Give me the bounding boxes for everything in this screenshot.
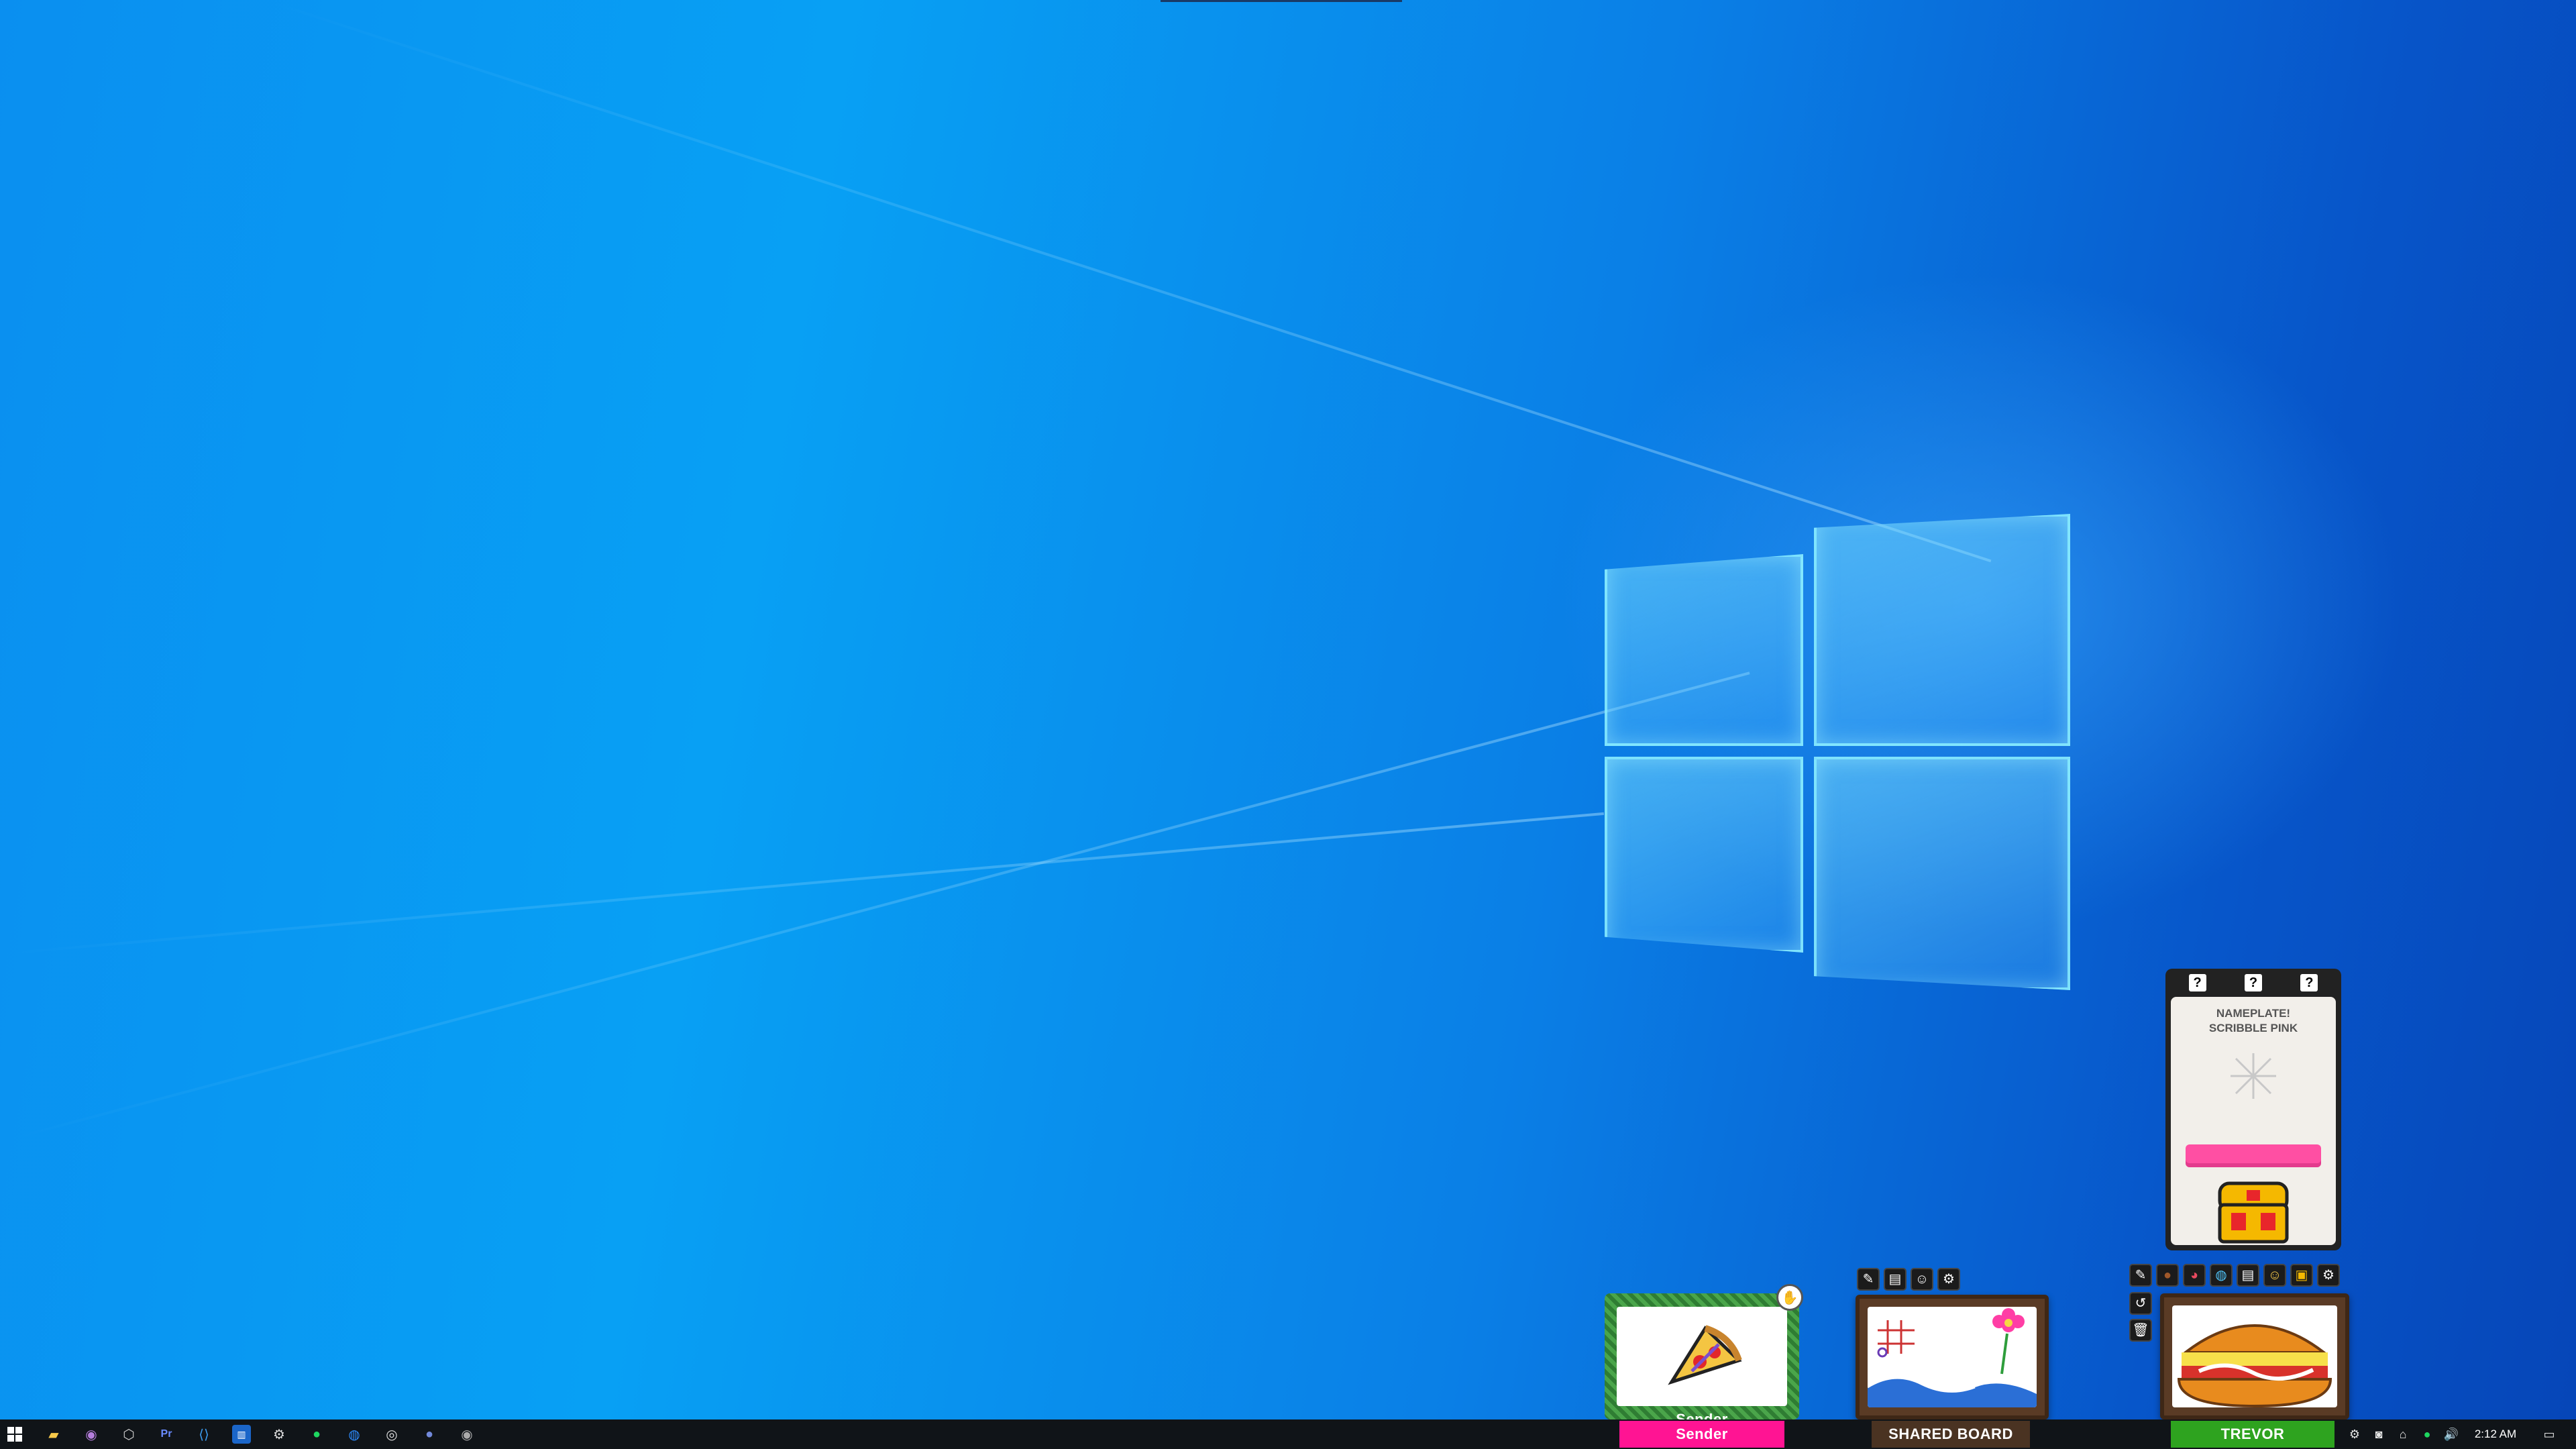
logo-pane-bottom-left bbox=[1605, 757, 1803, 953]
zoom-icon[interactable]: ◍ bbox=[345, 1425, 364, 1444]
steam-tray-icon[interactable]: ⚙ bbox=[2347, 1426, 2363, 1442]
logo-pane-bottom-right bbox=[1814, 757, 2070, 990]
unity-icon[interactable]: ⬡ bbox=[119, 1425, 138, 1444]
doodle-flower-icon bbox=[1868, 1308, 2037, 1407]
question-mark-icon: ? bbox=[2300, 974, 2318, 991]
taskbar: ▰ ◉ ⬡ Pr ⟨⟩ ▥ ⚙ ● ◍ ◎ ● ◉ Sender SHARED … bbox=[0, 1419, 2576, 1449]
trevor-toolbar: ✎ ● ◕ ◍ ▤ ☺ ▣ ⚙ bbox=[2129, 1264, 2357, 1288]
obs-icon[interactable]: ◉ bbox=[458, 1425, 476, 1444]
desktop-wallpaper: ? ? ? NAMEPLATE! SCRIBBLE PINK ✋ ✎ ▤ ☺ ⚙… bbox=[0, 0, 2576, 1419]
question-mark-icon: ? bbox=[2188, 974, 2206, 991]
trevor-name-label: TREVOR bbox=[2171, 1421, 2334, 1448]
logo-pane-top-left bbox=[1605, 554, 1803, 746]
undo-icon[interactable]: ↺ bbox=[2129, 1292, 2152, 1315]
shared-board-name-label: SHARED BOARD bbox=[1872, 1421, 2030, 1448]
chrome-icon[interactable]: ◎ bbox=[382, 1425, 401, 1444]
light-beam bbox=[0, 672, 1750, 1143]
heart-hand-icon[interactable]: ✋ bbox=[1776, 1284, 1803, 1311]
card-title: NAMEPLATE! SCRIBBLE PINK bbox=[2171, 1006, 2336, 1036]
card-header: ? ? ? bbox=[2169, 973, 2337, 993]
discord-icon[interactable]: ● bbox=[420, 1425, 439, 1444]
trevor-canvas[interactable] bbox=[2172, 1305, 2337, 1407]
burger-icon bbox=[2177, 1324, 2332, 1407]
sparkle-icon bbox=[2231, 1053, 2276, 1099]
spotify-tray-icon[interactable]: ● bbox=[2419, 1426, 2435, 1442]
taskbar-clock[interactable]: 2:12 AM bbox=[2469, 1419, 2522, 1449]
sender-name-label: Sender bbox=[1619, 1421, 1784, 1448]
shared-board-toolbar: ✎ ▤ ☺ ⚙ bbox=[1857, 1268, 1978, 1292]
save-icon[interactable]: ▤ bbox=[2237, 1264, 2259, 1287]
question-mark-icon: ? bbox=[2244, 974, 2262, 991]
steam-icon[interactable]: ⚙ bbox=[270, 1425, 288, 1444]
discord-tray-icon[interactable]: ◙ bbox=[2371, 1426, 2387, 1442]
sticker-icon[interactable]: ☺ bbox=[2263, 1264, 2286, 1287]
notification-icon[interactable]: ▭ bbox=[2541, 1426, 2557, 1442]
github-desktop-icon[interactable]: ◉ bbox=[82, 1425, 101, 1444]
settings-gear-icon[interactable]: ⚙ bbox=[1937, 1268, 1960, 1291]
volume-icon[interactable]: 🔊 bbox=[2443, 1426, 2459, 1442]
pizza-slice-icon bbox=[1668, 1325, 1742, 1385]
spotify-icon[interactable]: ● bbox=[307, 1425, 326, 1444]
windows-start-icon[interactable] bbox=[5, 1425, 24, 1444]
scribble-pink-nameplate bbox=[2186, 1144, 2321, 1167]
color-wheel-icon[interactable]: ◕ bbox=[2183, 1264, 2206, 1287]
save-icon[interactable]: ▤ bbox=[1884, 1268, 1907, 1291]
globe-icon[interactable]: ◍ bbox=[2210, 1264, 2233, 1287]
sender-canvas[interactable] bbox=[1617, 1307, 1787, 1406]
nameplate-card[interactable]: ? ? ? NAMEPLATE! SCRIBBLE PINK bbox=[2165, 969, 2341, 1250]
card-title-line1: NAMEPLATE! bbox=[2216, 1007, 2291, 1020]
treasure-chest-icon bbox=[2218, 1181, 2289, 1244]
light-beam bbox=[0, 812, 1605, 955]
premiere-icon[interactable]: Pr bbox=[157, 1425, 176, 1444]
file-explorer-icon[interactable]: ▰ bbox=[44, 1425, 63, 1444]
trello-icon[interactable]: ▥ bbox=[232, 1425, 251, 1444]
light-beam bbox=[268, 0, 1992, 563]
shared-board-frame[interactable] bbox=[1856, 1295, 2049, 1419]
pencil-icon[interactable]: ✎ bbox=[1857, 1268, 1880, 1291]
pencil-icon[interactable]: ✎ bbox=[2129, 1264, 2152, 1287]
sender-widget[interactable]: ✋ bbox=[1605, 1284, 1803, 1419]
shared-board-canvas[interactable] bbox=[1868, 1307, 2037, 1407]
trevor-frame[interactable] bbox=[2160, 1293, 2349, 1419]
top-bar-indicator bbox=[1161, 0, 1402, 2]
settings-gear-icon[interactable]: ⚙ bbox=[2317, 1264, 2340, 1287]
logo-pane-top-right bbox=[1814, 514, 2070, 746]
card-title-line2: SCRIBBLE PINK bbox=[2208, 1022, 2298, 1034]
treasure-chest-icon[interactable]: ▣ bbox=[2290, 1264, 2313, 1287]
vscode-icon[interactable]: ⟨⟩ bbox=[195, 1425, 213, 1444]
brown-color-icon[interactable]: ● bbox=[2156, 1264, 2179, 1287]
trash-icon[interactable]: 🗑 bbox=[2129, 1319, 2152, 1342]
card-body: NAMEPLATE! SCRIBBLE PINK bbox=[2171, 997, 2336, 1245]
network-icon[interactable]: ⌂ bbox=[2395, 1426, 2411, 1442]
sticker-icon[interactable]: ☺ bbox=[1911, 1268, 1933, 1291]
